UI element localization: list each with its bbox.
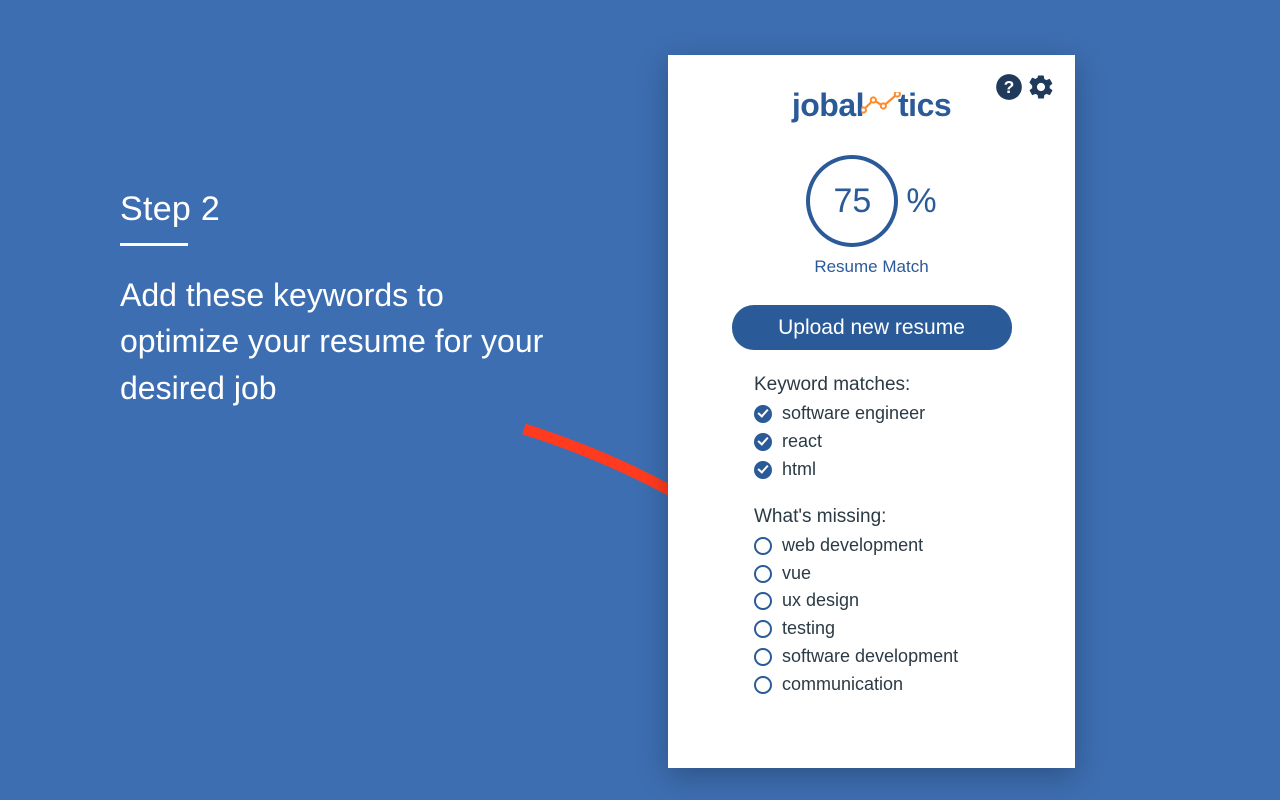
gear-icon[interactable]	[1027, 73, 1055, 101]
missing-title: What's missing:	[754, 506, 1035, 528]
matches-title: Keyword matches:	[754, 374, 1035, 396]
brand-chart-icon	[861, 85, 901, 107]
keyword-lists: Keyword matches: software engineerreacth…	[698, 374, 1045, 699]
missing-block: What's missing: web developmentvueux des…	[754, 506, 1035, 699]
missing-item: ux design	[754, 587, 1035, 615]
panel-header: jobal tics ?	[698, 81, 1045, 129]
help-icon[interactable]: ?	[995, 73, 1023, 101]
check-icon	[754, 433, 772, 451]
score-circle: 75	[806, 155, 898, 247]
svg-text:?: ?	[1004, 77, 1015, 97]
brand-logo: jobal tics	[792, 87, 951, 124]
upload-resume-button[interactable]: Upload new resume	[732, 305, 1012, 350]
score-unit: %	[906, 182, 936, 221]
brand-part1: jobal	[792, 87, 864, 124]
circle-icon	[754, 676, 772, 694]
missing-item: software development	[754, 643, 1035, 671]
brand-part2: tics	[898, 87, 951, 124]
step-label: Step 2	[120, 190, 550, 229]
headline: Add these keywords to optimize your resu…	[120, 272, 550, 411]
missing-item: web development	[754, 532, 1035, 560]
missing-text: software development	[782, 643, 958, 671]
matches-list: software engineerreacthtml	[754, 400, 1035, 484]
missing-text: testing	[782, 615, 835, 643]
match-text: software engineer	[782, 400, 925, 428]
match-text: react	[782, 428, 822, 456]
circle-icon	[754, 565, 772, 583]
match-item: software engineer	[754, 400, 1035, 428]
missing-text: communication	[782, 671, 903, 699]
score-label: Resume Match	[814, 257, 928, 277]
missing-text: web development	[782, 532, 923, 560]
top-icons: ?	[995, 73, 1055, 101]
left-copy: Step 2 Add these keywords to optimize yo…	[120, 190, 550, 411]
missing-item: communication	[754, 671, 1035, 699]
match-item: html	[754, 456, 1035, 484]
missing-text: vue	[782, 560, 811, 588]
score-value: 75	[833, 182, 871, 221]
circle-icon	[754, 620, 772, 638]
circle-icon	[754, 648, 772, 666]
score-section: 75 % Resume Match	[698, 155, 1045, 277]
step-underline	[120, 243, 188, 246]
circle-icon	[754, 537, 772, 555]
circle-icon	[754, 592, 772, 610]
check-icon	[754, 461, 772, 479]
match-text: html	[782, 456, 816, 484]
missing-text: ux design	[782, 587, 859, 615]
missing-list: web developmentvueux designtestingsoftwa…	[754, 532, 1035, 699]
missing-item: testing	[754, 615, 1035, 643]
missing-item: vue	[754, 560, 1035, 588]
check-icon	[754, 405, 772, 423]
match-item: react	[754, 428, 1035, 456]
score-row: 75 %	[806, 155, 936, 247]
extension-panel: jobal tics ? 75	[668, 55, 1075, 768]
